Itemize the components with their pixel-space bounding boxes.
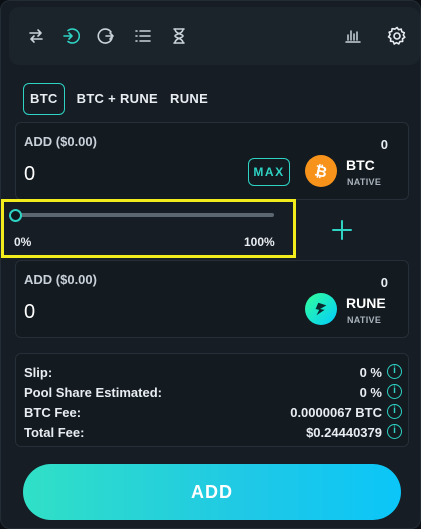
- output-asset-card: ADD ($0.00) 0 0 RUNE NATIVE: [15, 260, 409, 338]
- fee-row-total-fee: Total Fee: $0.24440379 i: [24, 422, 402, 442]
- percent-slider-track[interactable]: [14, 213, 274, 217]
- add-liquidity-panel: BTC BTC + RUNE RUNE ADD ($0.00) 0 0 MAX …: [0, 0, 421, 529]
- plus-icon: [330, 218, 354, 242]
- slider-min-label: 0%: [14, 235, 32, 249]
- slip-info-icon[interactable]: i: [387, 364, 402, 379]
- withdraw-icon[interactable]: [91, 21, 121, 51]
- btc-fee-value: 0.0000067 BTC: [290, 405, 382, 420]
- output-balance: 0: [380, 275, 388, 290]
- input-balance: 0: [380, 137, 388, 152]
- input-asset-chain: NATIVE: [347, 177, 382, 187]
- swap-icon[interactable]: [21, 21, 51, 51]
- fee-summary: Slip: 0 % i Pool Share Estimated: 0 % i …: [15, 353, 409, 447]
- add-liquidity-icon[interactable]: [56, 21, 86, 51]
- input-amount-field[interactable]: 0: [24, 163, 35, 186]
- slider-max-label: 100%: [244, 235, 275, 249]
- fee-row-pool-share: Pool Share Estimated: 0 % i: [24, 382, 402, 402]
- asset-tabs: BTC BTC + RUNE RUNE: [23, 83, 220, 115]
- tab-btc[interactable]: BTC: [23, 83, 65, 115]
- pool-share-label: Pool Share Estimated:: [24, 385, 162, 400]
- fee-row-slip: Slip: 0 % i: [24, 362, 402, 382]
- total-fee-value: $0.24440379: [306, 425, 382, 440]
- btc-fee-info-icon[interactable]: i: [387, 404, 402, 419]
- total-fee-label: Total Fee:: [24, 425, 85, 440]
- total-fee-info-icon[interactable]: i: [387, 424, 402, 439]
- percent-slider-highlight: [1, 199, 296, 258]
- output-value-label: ADD ($0.00): [24, 272, 97, 287]
- tab-rune[interactable]: RUNE: [170, 83, 208, 115]
- input-asset-name[interactable]: BTC: [346, 157, 375, 173]
- input-value-label: ADD ($0.00): [24, 134, 97, 149]
- percent-slider-thumb[interactable]: [9, 209, 22, 222]
- input-asset-card: ADD ($0.00) 0 0 MAX ₿ BTC NATIVE: [15, 122, 409, 200]
- output-amount-field[interactable]: 0: [24, 301, 35, 324]
- add-button[interactable]: ADD: [23, 464, 401, 520]
- pool-share-value: 0 %: [359, 385, 382, 400]
- slip-value: 0 %: [359, 365, 382, 380]
- output-asset-name[interactable]: RUNE: [346, 295, 386, 311]
- output-asset-chain: NATIVE: [347, 315, 382, 325]
- svg-text:₿: ₿: [313, 161, 329, 181]
- slip-label: Slip:: [24, 365, 53, 380]
- hourglass-icon[interactable]: [164, 21, 194, 51]
- list-icon[interactable]: [128, 21, 158, 51]
- top-toolbar: [9, 7, 420, 65]
- fee-row-btc-fee: BTC Fee: 0.0000067 BTC i: [24, 402, 402, 422]
- rune-coin-icon[interactable]: [305, 293, 337, 325]
- chart-icon[interactable]: [338, 21, 368, 51]
- tab-btc-rune[interactable]: BTC + RUNE: [77, 83, 158, 115]
- btc-fee-label: BTC Fee:: [24, 405, 82, 420]
- max-button[interactable]: MAX: [248, 158, 290, 186]
- btc-coin-icon[interactable]: ₿: [305, 155, 337, 187]
- pool-share-info-icon[interactable]: i: [387, 384, 402, 399]
- gear-icon[interactable]: [382, 21, 412, 51]
